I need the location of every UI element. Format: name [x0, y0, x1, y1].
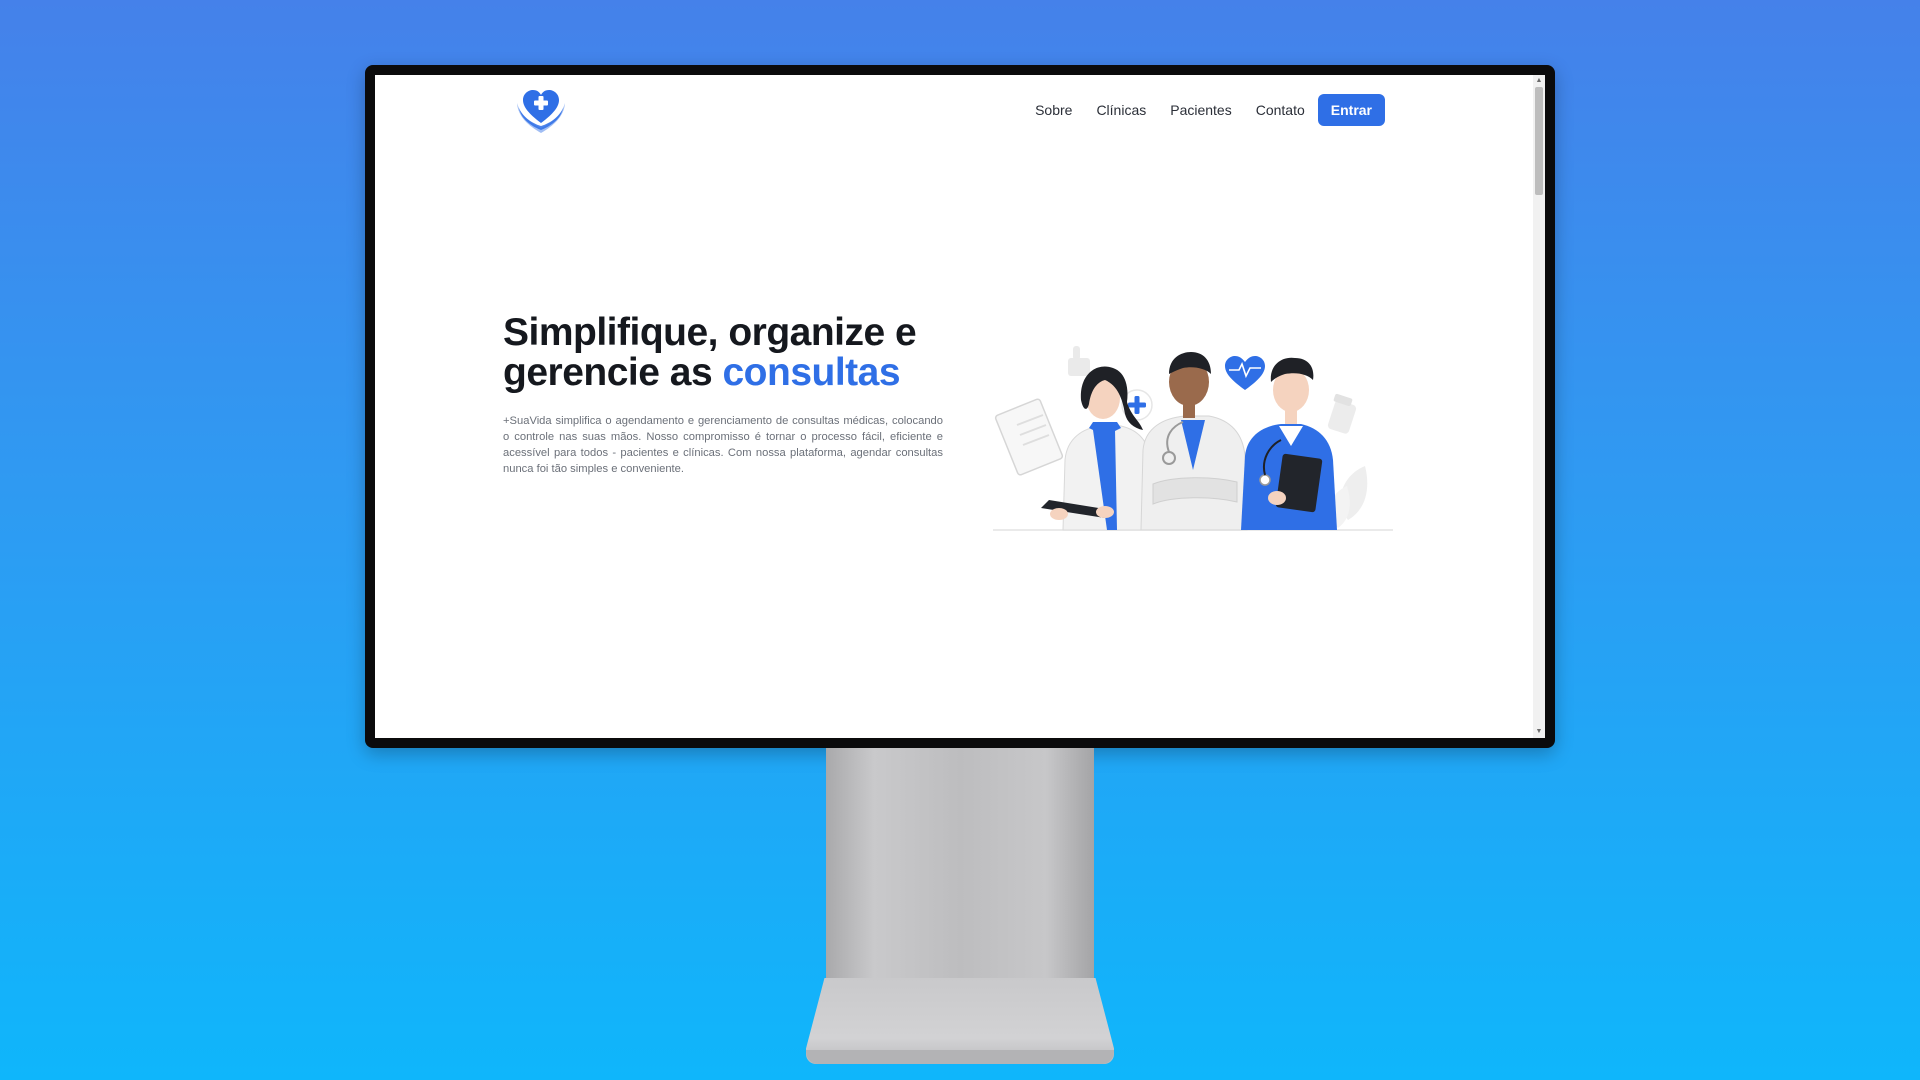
nurse-man-figure: [1241, 357, 1337, 530]
nav-link-contato[interactable]: Contato: [1244, 94, 1317, 126]
hero-section: Simplifique, organize e gerencie as cons…: [503, 313, 943, 477]
scroll-down-icon[interactable]: ▼: [1533, 726, 1545, 738]
scroll-up-icon[interactable]: ▲: [1533, 75, 1545, 87]
clipboard-icon: [994, 398, 1064, 476]
doctor-man-figure: [1140, 352, 1248, 531]
page-scrollbar[interactable]: ▲ ▼: [1533, 75, 1545, 738]
heart-pulse-icon: [1225, 356, 1265, 390]
nav-link-sobre[interactable]: Sobre: [1023, 94, 1084, 126]
hero-description: +SuaVida simplifica o agendamento e gere…: [503, 415, 943, 475]
logo[interactable]: [515, 83, 567, 135]
nav-links: Sobre Clínicas Pacientes Contato Entrar: [1023, 94, 1385, 126]
hero-title-line1: Simplifique, organize e: [503, 311, 917, 354]
doctors-team-illustration: [993, 346, 1393, 531]
hero-title: Simplifique, organize e gerencie as cons…: [503, 313, 943, 393]
scroll-thumb[interactable]: [1535, 87, 1543, 195]
monitor-stand: [826, 748, 1094, 980]
nav-link-pacientes[interactable]: Pacientes: [1158, 94, 1243, 126]
navbar: Sobre Clínicas Pacientes Contato Entrar: [375, 75, 1533, 150]
monitor-stand-base-edge: [806, 1050, 1114, 1064]
pill-bottle-icon: [1327, 393, 1357, 434]
monitor: Sobre Clínicas Pacientes Contato Entrar …: [365, 65, 1555, 748]
nav-link-clinicas[interactable]: Clínicas: [1084, 94, 1158, 126]
login-button[interactable]: Entrar: [1317, 94, 1385, 126]
hero-title-accent: consultas: [722, 351, 901, 394]
hero-title-line2-prefix: gerencie as: [503, 351, 713, 394]
thumbs-up-icon: [1068, 346, 1090, 376]
browser-viewport: Sobre Clínicas Pacientes Contato Entrar …: [375, 75, 1545, 738]
heart-cross-hands-icon: [517, 90, 565, 133]
